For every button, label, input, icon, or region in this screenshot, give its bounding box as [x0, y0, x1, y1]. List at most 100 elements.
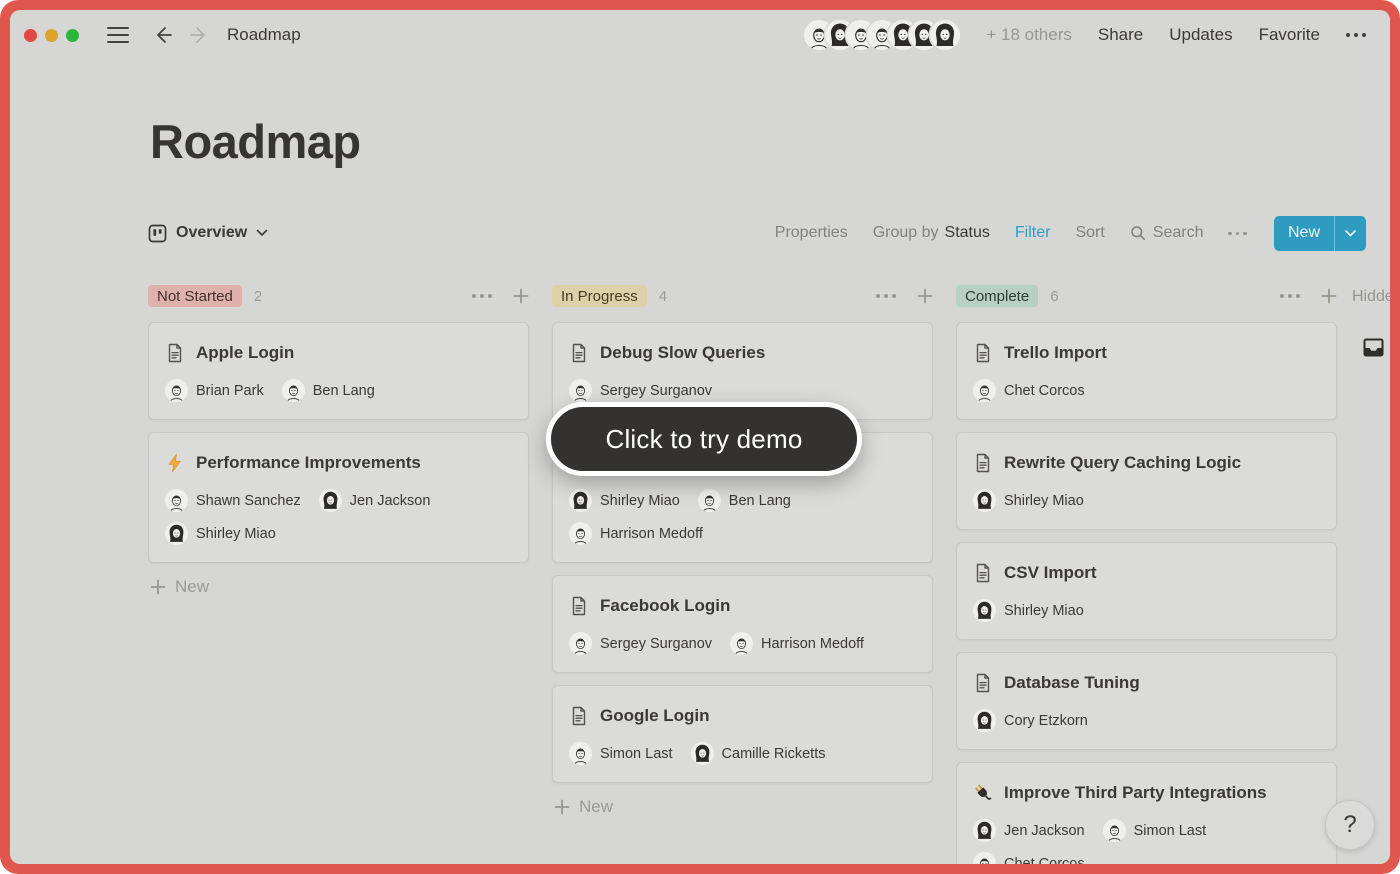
card-title-row: Trello Import: [973, 340, 1320, 366]
sort-button[interactable]: Sort: [1075, 224, 1104, 242]
help-button[interactable]: ?: [1325, 800, 1375, 850]
card-title-row: Google Login: [569, 703, 916, 729]
assignee-name: Jen Jackson: [1004, 823, 1085, 839]
assignee-name: Ben Lang: [729, 493, 791, 509]
card-title-label: Apple Login: [196, 340, 294, 366]
assignee-name: Chet Corcos: [1004, 856, 1085, 864]
sidebar-menu-icon[interactable]: [107, 27, 129, 44]
search-label: Search: [1153, 224, 1204, 242]
page-icon: [973, 453, 993, 473]
male-face-avatar-icon: [698, 489, 721, 512]
new-button[interactable]: New: [1274, 216, 1366, 251]
card-title-label: Rewrite Query Caching Logic: [1004, 450, 1241, 476]
add-card-button[interactable]: New: [552, 797, 933, 817]
male-face-avatar-icon: [569, 522, 592, 545]
assignee-item: Sergey Surganov: [569, 632, 712, 655]
male-face-avatar-icon: [730, 632, 753, 655]
page-icon: [973, 343, 993, 363]
group-by-label: Group by: [873, 224, 939, 242]
card-title-label: Facebook Login: [600, 593, 730, 619]
board-card[interactable]: Database TuningCory Etzkorn: [956, 652, 1337, 750]
assignee-item: Sergey Surganov: [569, 379, 712, 402]
new-button-caret-icon[interactable]: [1335, 216, 1366, 251]
male-face-avatar-icon: [165, 379, 188, 402]
toolbar-more-icon[interactable]: [1228, 232, 1247, 236]
back-arrow-icon[interactable]: [151, 24, 173, 46]
board-card[interactable]: Performance ImprovementsShawn SanchezJen…: [148, 432, 529, 563]
page-icon: [569, 596, 589, 616]
assignee-item: Harrison Medoff: [730, 632, 864, 655]
column-header: Not Started 2: [148, 282, 529, 310]
card-title-row: Improve Third Party Integrations: [973, 780, 1320, 806]
more-menu-icon[interactable]: [1346, 33, 1366, 37]
assignee-name: Ben Lang: [313, 383, 375, 399]
male-face-avatar-icon: [569, 632, 592, 655]
column-header-icons: [1279, 288, 1337, 304]
column-add-icon[interactable]: [513, 288, 529, 304]
board-card[interactable]: Facebook Login Sergey Surganov Harrison Me…: [552, 575, 933, 673]
assignee-name: Harrison Medoff: [600, 526, 703, 542]
assignee-name: Shawn Sanchez: [196, 493, 301, 509]
female-face-avatar-icon: [930, 20, 960, 50]
forward-arrow-icon[interactable]: [189, 24, 211, 46]
zoom-window-icon[interactable]: [66, 29, 79, 42]
favorite-button[interactable]: Favorite: [1259, 25, 1320, 45]
board-card[interactable]: Google LoginSimon LastCamille Ricketts: [552, 685, 933, 783]
search-button[interactable]: Search: [1130, 224, 1204, 242]
board-card[interactable]: Trello Import Chet Corcos: [956, 322, 1337, 420]
assignee-name: Sergey Surganov: [600, 636, 712, 652]
status-badge[interactable]: Complete: [956, 285, 1038, 307]
assignee-name: Shirley Miao: [196, 526, 276, 542]
demo-frame: Roadmap + 18 others Share Updates Favori…: [0, 0, 1400, 874]
assignee-item: Ben Lang: [698, 489, 791, 512]
column-count: 2: [254, 288, 262, 305]
status-badge[interactable]: In Progress: [552, 285, 647, 307]
assignee-item: Jen Jackson: [973, 819, 1085, 842]
add-card-button[interactable]: New: [148, 577, 529, 597]
properties-button[interactable]: Properties: [775, 224, 848, 242]
group-by-button[interactable]: Group by Status: [873, 224, 990, 242]
breadcrumb-page-title[interactable]: Roadmap: [227, 25, 301, 45]
filter-button[interactable]: Filter: [1015, 224, 1051, 242]
column-header: Complete6: [956, 282, 1337, 310]
titlebar-right: + 18 others Share Updates Favorite: [804, 20, 1366, 50]
card-title-row: Facebook Login: [569, 593, 916, 619]
assignee-name: Shirley Miao: [600, 493, 680, 509]
assignee-item: Chet Corcos: [973, 852, 1085, 864]
try-demo-cta-button[interactable]: Click to try demo: [546, 402, 862, 476]
board-card[interactable]: CSV ImportShirley Miao: [956, 542, 1337, 640]
female-face-avatar-icon: [973, 819, 996, 842]
hidden-column-group[interactable]: N: [1362, 336, 1390, 359]
board-card[interactable]: Rewrite Query Caching LogicShirley Miao: [956, 432, 1337, 530]
column-more-icon[interactable]: [875, 293, 897, 299]
status-badge[interactable]: Not Started: [148, 285, 242, 307]
assignee-item: Chet Corcos: [973, 379, 1085, 402]
share-button[interactable]: Share: [1098, 25, 1143, 45]
female-face-avatar-icon: [691, 742, 714, 765]
app-window: Roadmap + 18 others Share Updates Favori…: [10, 10, 1390, 864]
board-card[interactable]: Improve Third Party Integrations Jen Jack…: [956, 762, 1337, 864]
male-face-avatar-icon: [973, 379, 996, 402]
close-window-icon[interactable]: [24, 29, 37, 42]
page-icon: [165, 343, 185, 363]
minimize-window-icon[interactable]: [45, 29, 58, 42]
column-add-icon[interactable]: [1321, 288, 1337, 304]
board-card[interactable]: Apple LoginBrian ParkBen Lang: [148, 322, 529, 420]
page-title: Roadmap: [150, 114, 1390, 170]
updates-button[interactable]: Updates: [1169, 25, 1232, 45]
history-nav: [151, 24, 211, 46]
new-button-label[interactable]: New: [1274, 216, 1334, 251]
column-add-icon[interactable]: [917, 288, 933, 304]
male-face-avatar-icon: [282, 379, 305, 402]
others-count-label: + 18 others: [986, 25, 1072, 45]
assignee-item: Shirley Miao: [973, 599, 1084, 622]
assignee-item: Shirley Miao: [165, 522, 276, 545]
column-more-icon[interactable]: [471, 293, 493, 299]
page-icon: [569, 706, 589, 726]
view-toolbar-row: Overview Properties Group by Status Filt…: [148, 214, 1366, 252]
card-assignees: Shirley Miao: [973, 599, 1320, 622]
board-view-icon: [148, 224, 167, 243]
column-more-icon[interactable]: [1279, 293, 1301, 299]
hidden-columns-label[interactable]: Hidden: [1352, 288, 1390, 305]
view-selector[interactable]: Overview: [148, 224, 268, 243]
